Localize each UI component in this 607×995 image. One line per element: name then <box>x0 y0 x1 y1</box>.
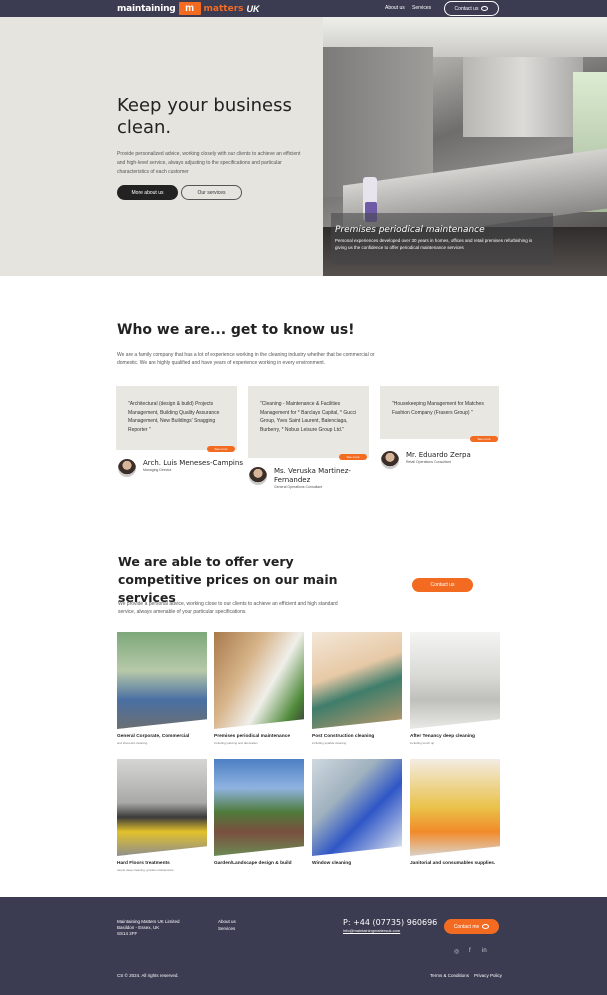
service-title: After Tenancy deep cleaning <box>410 734 475 739</box>
service-card[interactable]: General Corporate, Commercial and Domest… <box>117 632 207 745</box>
who-we-are-text: We are a family company that has a lot o… <box>117 352 375 366</box>
hero-panel <box>0 17 323 276</box>
footer-link-services[interactable]: Services <box>218 926 236 933</box>
testimonial-person: Mr. Eduardo Zerpa Retail Operations Cons… <box>381 451 471 469</box>
hero-caption-title: Premises periodical maintenance <box>335 225 485 235</box>
service-subtitle: and Domestic cleaning <box>117 741 148 745</box>
testimonial-quote: "Housekeeping Management for Matches Fas… <box>392 401 484 416</box>
footer-contact-label: Contact me <box>453 923 480 930</box>
privacy-link[interactable]: Privacy Policy <box>474 973 502 978</box>
logo-suffix: UK <box>246 3 260 14</box>
avatar <box>118 459 136 477</box>
header-contact-label: Contact us <box>454 5 479 12</box>
facebook-icon[interactable]: f <box>469 948 471 954</box>
nav-about-us[interactable]: About us <box>385 5 405 11</box>
service-card[interactable]: Garden/Landscape design & build <box>214 759 304 866</box>
service-image <box>214 632 304 729</box>
footer-address: Maintaining Matters UK Limited Basildon … <box>117 919 197 937</box>
who-we-are-title: Who we are... get to know us! <box>117 322 355 338</box>
top-navbar <box>0 0 607 17</box>
person-role: Retail Operations Consultant <box>406 460 451 464</box>
linkedin-icon[interactable]: in <box>482 948 487 954</box>
service-title: General Corporate, Commercial <box>117 734 190 739</box>
hero-caption-text: Personal experiences developed over 30 y… <box>335 238 533 250</box>
testimonial-person: Ms. Veruska Martinez-Fernandez General O… <box>249 467 364 490</box>
footer-contact-button[interactable]: Contact me <box>444 919 499 934</box>
header-contact-button[interactable]: Contact us <box>444 1 499 16</box>
person-name: Mr. Eduardo Zerpa <box>406 451 471 459</box>
service-subtitle: including sparkle cleaning <box>312 741 347 745</box>
image-cabinets <box>463 57 583 137</box>
testimonial-card: "Cleaning - Maintenance & Facilities Man… <box>248 386 369 460</box>
offer-text: We provide a personal advice, working cl… <box>118 601 338 615</box>
see-more-tag[interactable]: See more <box>339 454 367 460</box>
hero-description: Provide personalized advice, working clo… <box>117 151 301 175</box>
instagram-icon[interactable]: ◎ <box>454 948 459 955</box>
chat-bubble-icon <box>481 6 489 11</box>
logo-monogram: m <box>178 2 201 15</box>
service-image <box>214 759 304 856</box>
see-more-tag[interactable]: See more <box>470 436 498 442</box>
service-title: Window cleaning <box>312 861 352 866</box>
service-title: Garden/Landscape design & build <box>214 861 292 866</box>
testimonial-person: Arch. Luis Meneses-Campins Managing Dire… <box>118 459 243 477</box>
offer-contact-button[interactable]: Contact us <box>412 578 473 592</box>
service-image <box>117 632 207 729</box>
footer-phone[interactable]: P: +44 (07735) 960696 <box>343 918 437 927</box>
service-card[interactable]: After Tenancy deep cleaning including to… <box>410 632 500 745</box>
service-title: Post Construction cleaning <box>312 734 375 739</box>
footer-link-about[interactable]: About us <box>218 919 236 926</box>
more-about-us-button[interactable]: More about us <box>117 185 178 200</box>
service-card[interactable]: Post Construction cleaning including spa… <box>312 632 402 745</box>
service-title: Janitorial and consumables supplies. <box>410 861 496 866</box>
hero-title: Keep your business clean. <box>117 95 292 138</box>
service-card[interactable]: Window cleaning <box>312 759 402 866</box>
testimonial-quote: "Cleaning - Maintenance & Facilities Man… <box>260 401 357 433</box>
nav-services[interactable]: Services <box>412 5 431 11</box>
testimonial-card: "Housekeeping Management for Matches Fas… <box>380 386 499 442</box>
service-image <box>410 759 500 856</box>
avatar <box>249 467 267 485</box>
service-image <box>410 632 500 729</box>
service-subtitle: including touch up <box>410 741 435 745</box>
logo[interactable]: maintaining m matters UK <box>117 2 260 15</box>
service-image <box>312 632 402 729</box>
footer-links: About us Services <box>218 919 236 932</box>
service-card[interactable]: Janitorial and consumables supplies. <box>410 759 500 866</box>
offer-title: We are able to offer very competitive pr… <box>118 554 338 605</box>
chat-bubble-icon <box>482 924 490 929</box>
footer-email[interactable]: info@maintainingmattersuk.com <box>343 928 400 933</box>
logo-word-1: maintaining <box>117 3 176 14</box>
testimonial-quote: "Architectural (design & build) Projects… <box>128 401 220 433</box>
person-name: Ms. Veruska Martinez-Fernandez <box>274 467 351 484</box>
person-role: Managing Director <box>143 468 172 472</box>
logo-word-2: matters <box>203 3 244 14</box>
person-name: Arch. Luis Meneses-Campins <box>143 459 243 467</box>
service-card[interactable]: Hard Floors treatments carpet deep clean… <box>117 759 207 872</box>
service-subtitle: carpet deep cleaning, granite maintenanc… <box>117 868 174 872</box>
service-card[interactable]: Premises periodical maintenance includin… <box>214 632 304 745</box>
footer <box>0 897 607 995</box>
terms-link[interactable]: Terms & Conditions <box>430 973 469 978</box>
avatar <box>381 451 399 469</box>
person-role: General Operations Consultant <box>274 485 323 489</box>
service-image <box>117 759 207 856</box>
testimonial-card: "Architectural (design & build) Projects… <box>116 386 237 452</box>
address-line: SS14 2FF <box>117 931 138 936</box>
service-image <box>312 759 402 856</box>
copyright: CS © 2024. All rights reserved. <box>117 973 179 978</box>
service-title: Premises periodical maintenance <box>214 734 290 739</box>
service-subtitle: including painting and decoration <box>214 741 258 745</box>
service-title: Hard Floors treatments <box>117 861 170 866</box>
see-more-tag[interactable]: See more <box>207 446 235 452</box>
our-services-button[interactable]: Our services <box>181 185 242 200</box>
